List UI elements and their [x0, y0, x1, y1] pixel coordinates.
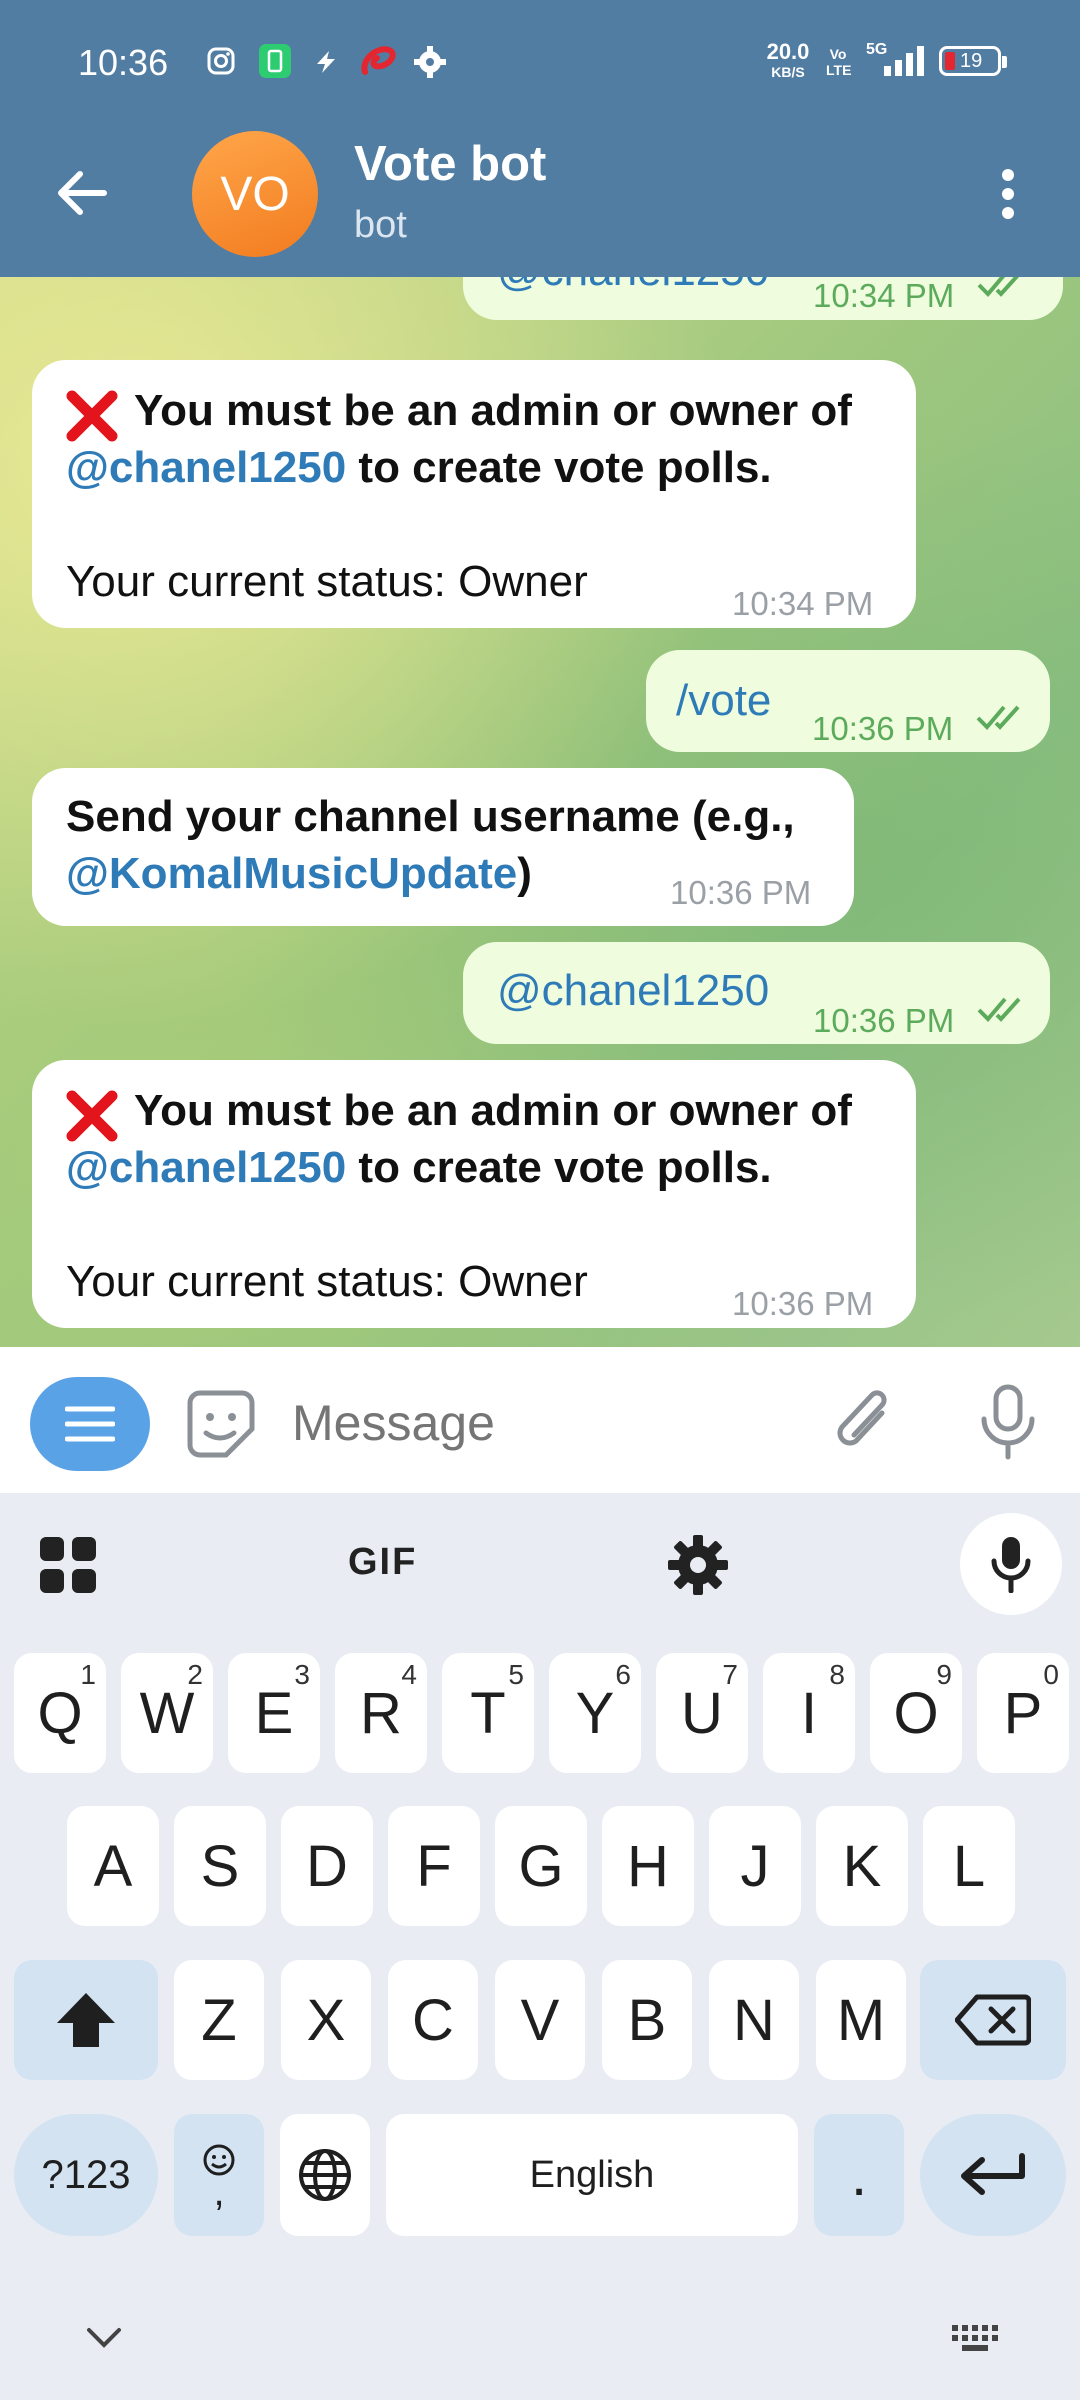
enter-icon	[961, 2153, 1025, 2195]
attach-icon[interactable]	[832, 1383, 898, 1463]
shift-key[interactable]	[14, 1960, 158, 2080]
keyboard: GIF ?123 , English . Q 1 W 2 E 3 R 4 T 5…	[0, 1493, 1080, 2400]
voice-input-button[interactable]	[960, 1513, 1062, 1615]
message-bubble-incoming[interactable]: You must be an admin or owner of @chanel…	[32, 1060, 916, 1328]
menu-icon	[65, 1406, 115, 1442]
microphone-icon[interactable]	[978, 1383, 1038, 1463]
battery-saver-app-icon	[259, 44, 291, 78]
key-hint: 5	[508, 1659, 524, 1690]
key-hint: 4	[401, 1659, 417, 1690]
cross-mark-icon	[66, 390, 118, 442]
channel-link[interactable]: @chanel1250	[66, 443, 346, 492]
key-k[interactable]: K	[816, 1806, 908, 1926]
chat-header: 10:36 20.0 KB/S Vo LTE 5G 19 VO Vote bot…	[0, 0, 1080, 277]
key-hint: 3	[294, 1659, 310, 1690]
instagram-icon	[207, 47, 235, 75]
message-bubble-incoming[interactable]: Send your channel username (e.g., @Komal…	[32, 768, 854, 926]
enter-key[interactable]	[920, 2114, 1066, 2236]
key-hint: 2	[187, 1659, 203, 1690]
more-menu-icon[interactable]	[994, 168, 1022, 220]
key-u[interactable]: U7	[656, 1653, 748, 1773]
backspace-icon	[955, 1994, 1031, 2046]
key-g[interactable]: G	[495, 1806, 587, 1926]
key-i[interactable]: I8	[763, 1653, 855, 1773]
key-f[interactable]: F	[388, 1806, 480, 1926]
key-n[interactable]: N	[709, 1960, 799, 2080]
battery-level: 19	[960, 50, 983, 72]
key-h[interactable]: H	[602, 1806, 694, 1926]
bot-menu-button[interactable]	[30, 1377, 150, 1471]
key-e[interactable]: E3	[228, 1653, 320, 1773]
avatar[interactable]: VO	[192, 131, 318, 257]
key-r[interactable]: R4	[335, 1653, 427, 1773]
symbols-key[interactable]: ?123	[14, 2114, 158, 2236]
key-hint: 9	[936, 1659, 952, 1690]
key-t[interactable]: T5	[442, 1653, 534, 1773]
key-hint: 8	[829, 1659, 845, 1690]
chat-area[interactable]: @chanel1250 10:34 PM You must be an admi…	[0, 277, 1080, 1347]
channel-link[interactable]: @KomalMusicUpdate	[66, 849, 517, 898]
key-a[interactable]: A	[67, 1806, 159, 1926]
key-c[interactable]: C	[388, 1960, 478, 2080]
message-input-bar	[0, 1347, 1080, 1493]
key-v[interactable]: V	[495, 1960, 585, 2080]
network-speed: 20.0 KB/S	[766, 39, 810, 81]
read-ticks-icon	[976, 705, 1020, 730]
read-ticks-icon	[977, 997, 1021, 1022]
key-hint: 6	[615, 1659, 631, 1690]
gif-button[interactable]: GIF	[348, 1541, 417, 1584]
settings-status-icon	[414, 46, 446, 78]
space-key[interactable]: English	[386, 2114, 798, 2236]
battery-icon: 19	[939, 46, 1007, 76]
key-m[interactable]: M	[816, 1960, 906, 2080]
cross-mark-icon	[66, 1090, 118, 1142]
volte-indicator: Vo LTE	[826, 46, 852, 78]
shift-icon	[57, 1993, 115, 2047]
flash-app-icon	[317, 51, 335, 73]
chat-title[interactable]: Vote bot	[354, 136, 546, 192]
key-p[interactable]: P0	[977, 1653, 1069, 1773]
message-bubble-outgoing[interactable]: /vote 10:36 PM	[646, 650, 1050, 752]
message-input[interactable]	[290, 1387, 794, 1459]
key-hint: 7	[722, 1659, 738, 1690]
read-ticks-icon	[977, 277, 1019, 297]
channel-link[interactable]: @chanel1250	[66, 1143, 346, 1192]
message-bubble-incoming[interactable]: You must be an admin or owner of @chanel…	[32, 360, 916, 628]
key-hint: 1	[80, 1659, 96, 1690]
key-hint: 0	[1043, 1659, 1059, 1690]
key-w[interactable]: W2	[121, 1653, 213, 1773]
apps-grid-icon[interactable]	[38, 1535, 98, 1595]
message-bubble-outgoing[interactable]: @chanel1250 10:34 PM	[463, 277, 1063, 320]
airtel-icon	[361, 46, 396, 75]
message-bubble-outgoing[interactable]: @chanel1250 10:36 PM	[463, 942, 1050, 1044]
keyboard-settings-icon[interactable]	[668, 1535, 728, 1595]
key-b[interactable]: B	[602, 1960, 692, 2080]
hide-keyboard-icon[interactable]	[86, 2327, 122, 2349]
keyboard-switch-icon[interactable]	[950, 2323, 1000, 2353]
emoji-comma-key[interactable]: ,	[174, 2114, 264, 2236]
key-x[interactable]: X	[281, 1960, 371, 2080]
key-d[interactable]: D	[281, 1806, 373, 1926]
signal-icon	[884, 46, 924, 76]
chat-subtitle: bot	[354, 204, 407, 246]
key-o[interactable]: O9	[870, 1653, 962, 1773]
back-arrow-icon[interactable]	[56, 170, 108, 216]
microphone-icon	[991, 1537, 1031, 1593]
key-q[interactable]: Q1	[14, 1653, 106, 1773]
key-y[interactable]: Y6	[549, 1653, 641, 1773]
sticker-icon[interactable]	[186, 1389, 256, 1459]
key-s[interactable]: S	[174, 1806, 266, 1926]
key-j[interactable]: J	[709, 1806, 801, 1926]
globe-icon	[299, 2149, 351, 2201]
language-key[interactable]	[280, 2114, 370, 2236]
backspace-key[interactable]	[920, 1960, 1066, 2080]
key-l[interactable]: L	[923, 1806, 1015, 1926]
key-z[interactable]: Z	[174, 1960, 264, 2080]
status-time: 10:36	[78, 42, 169, 83]
period-key[interactable]: .	[814, 2114, 904, 2236]
